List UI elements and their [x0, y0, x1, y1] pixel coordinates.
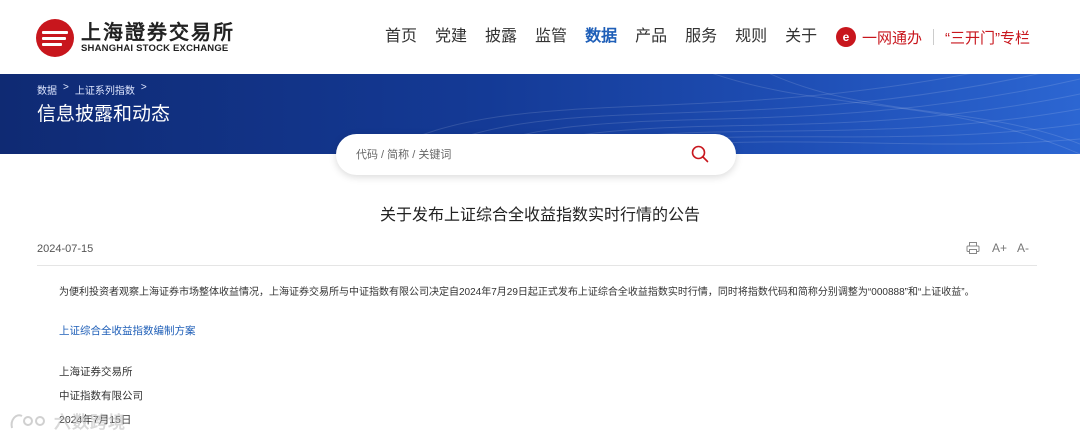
nav-item-services[interactable]: 服务	[685, 24, 717, 50]
one-network-link[interactable]: 一网通办	[862, 27, 922, 48]
print-icon[interactable]	[966, 241, 980, 255]
page-title: 信息披露和动态	[37, 104, 171, 125]
signature-csi: 中证指数有限公司	[59, 390, 143, 402]
watermark-logo-icon	[10, 413, 45, 428]
logo-en: SHANGHAI STOCK EXCHANGE	[81, 43, 229, 54]
watermark: 六数跨境	[8, 408, 126, 433]
logo-cn: 上海證券交易所	[81, 20, 235, 44]
search-input[interactable]	[356, 144, 676, 165]
breadcrumb-separator: >	[63, 82, 69, 93]
breadcrumb-data[interactable]: 数据	[37, 82, 57, 97]
logo-text: 上海證券交易所 SHANGHAI STOCK EXCHANGE	[81, 21, 235, 55]
quick-divider	[933, 29, 935, 45]
search-icon[interactable]	[690, 144, 710, 164]
font-increase-button[interactable]: A+	[992, 241, 1007, 255]
nav-item-disclosure[interactable]: 披露	[485, 24, 517, 50]
nav-item-products[interactable]: 产品	[635, 24, 667, 50]
three-doors-link[interactable]: “三开门”专栏	[945, 27, 1030, 48]
logo-mark-icon	[36, 19, 74, 57]
article-body: 为便利投资者观察上海证券市场整体收益情况，上海证券交易所与中证指数有限公司决定自…	[59, 287, 975, 298]
title-divider	[37, 265, 1037, 266]
breadcrumb-sse-index[interactable]: 上证系列指数	[75, 82, 135, 97]
article-date: 2024-07-15	[37, 243, 94, 255]
main-nav: 首页 党建 披露 监管 数据 产品 服务 规则 关于	[376, 24, 826, 50]
article-tools: A+ A-	[966, 241, 1029, 255]
nav-item-about[interactable]: 关于	[785, 24, 817, 50]
watermark-text: 六数跨境	[54, 413, 126, 432]
font-decrease-button[interactable]: A-	[1017, 241, 1029, 255]
nav-item-party[interactable]: 党建	[435, 24, 467, 50]
signature-sse: 上海证券交易所	[59, 366, 133, 378]
site-logo[interactable]: 上海證券交易所 SHANGHAI STOCK EXCHANGE	[36, 16, 236, 60]
nav-item-regulation[interactable]: 监管	[535, 24, 567, 50]
breadcrumb-separator: >	[140, 82, 147, 93]
breadcrumb: 数据 > 上证系列指数 >	[37, 82, 153, 97]
nav-item-home[interactable]: 首页	[385, 24, 417, 50]
search-box	[336, 134, 736, 175]
attachment-link[interactable]: 上证综合全收益指数编制方案	[59, 323, 196, 338]
one-network-icon: e	[836, 27, 856, 47]
nav-item-rules[interactable]: 规则	[735, 24, 767, 50]
quick-links: e 一网通办 “三开门”专栏	[836, 24, 1030, 50]
nav-item-data[interactable]: 数据	[585, 24, 617, 50]
site-header: 上海證券交易所 SHANGHAI STOCK EXCHANGE 首页 党建 披露…	[0, 0, 1080, 74]
article-title: 关于发布上证综合全收益指数实时行情的公告	[379, 207, 700, 224]
